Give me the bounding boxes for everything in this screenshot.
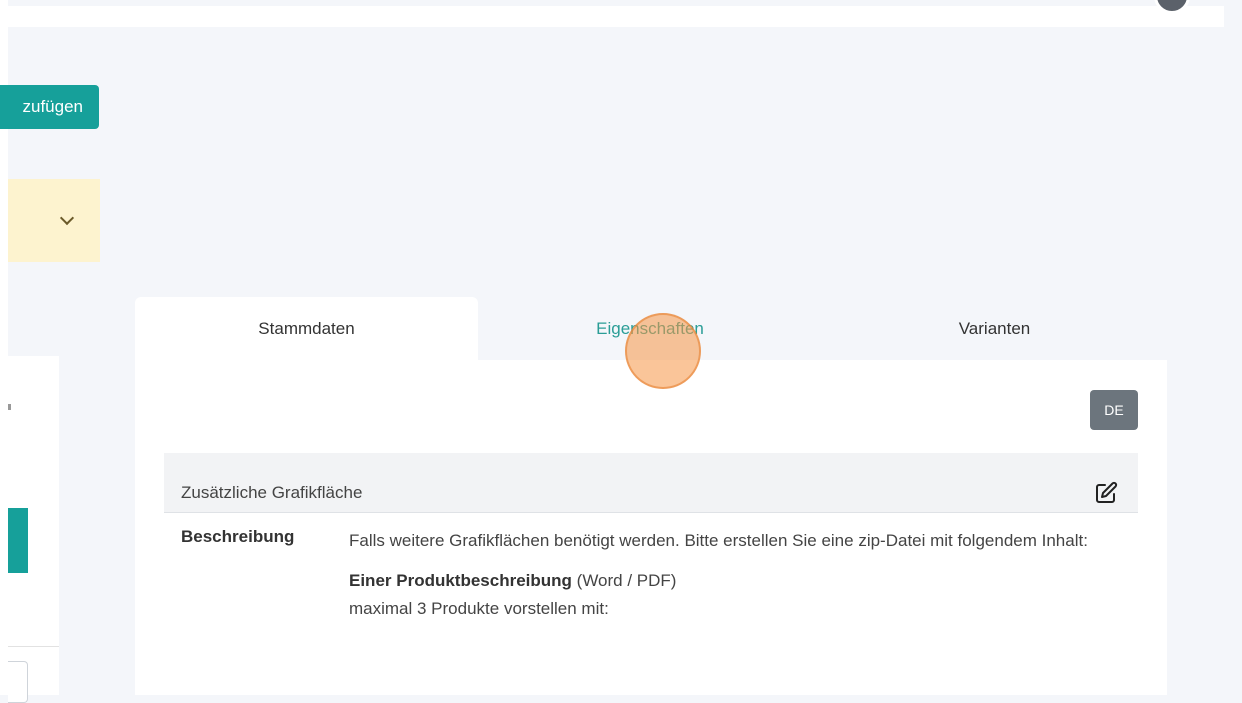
left-card-button[interactable] <box>8 508 28 573</box>
product-description-bold: Einer Produktbeschreibung <box>349 571 572 590</box>
tab-stammdaten-label: Stammdaten <box>258 318 355 338</box>
section-header: Zusätzliche Grafikfläche <box>164 453 1138 513</box>
chevron-down-icon[interactable] <box>59 210 75 226</box>
tab-bar: Stammdaten Eigenschaften Varianten <box>135 297 1167 360</box>
tab-varianten[interactable]: Varianten <box>822 297 1167 360</box>
property-section: Zusätzliche Grafikfläche Beschreibung Fa… <box>164 453 1138 695</box>
language-badge[interactable]: DE <box>1090 390 1138 430</box>
edit-icon[interactable] <box>1094 481 1118 505</box>
add-button[interactable]: zufügen <box>0 85 99 129</box>
product-description-line: Einer Produktbeschreibung (Word / PDF) <box>349 567 1129 595</box>
left-card-marker <box>8 404 11 410</box>
description-text: Falls weitere Grafikflächen benötigt wer… <box>349 527 1129 623</box>
avatar[interactable] <box>1154 0 1190 14</box>
left-card-input[interactable] <box>8 661 28 703</box>
left-card <box>8 356 59 703</box>
tab-varianten-label: Varianten <box>958 318 1031 338</box>
tab-eigenschaften[interactable]: Eigenschaften <box>478 297 822 360</box>
divider <box>8 646 59 647</box>
add-button-label: zufügen <box>22 97 84 116</box>
top-bar <box>8 0 1224 27</box>
tab-content: DE Zusätzliche Grafikfläche Beschreibung… <box>135 360 1167 695</box>
tab-stammdaten[interactable]: Stammdaten <box>135 297 478 360</box>
description-label: Beschreibung <box>181 527 295 546</box>
max-products-line: maximal 3 Produkte vorstellen mit: <box>349 599 609 618</box>
tab-eigenschaften-label: Eigenschaften <box>596 318 704 338</box>
product-description-format: (Word / PDF) <box>571 571 677 590</box>
description-intro: Falls weitere Grafikflächen benötigt wer… <box>349 531 1088 550</box>
collapsible-panel[interactable] <box>8 179 100 262</box>
section-title: Zusätzliche Grafikfläche <box>181 483 363 502</box>
